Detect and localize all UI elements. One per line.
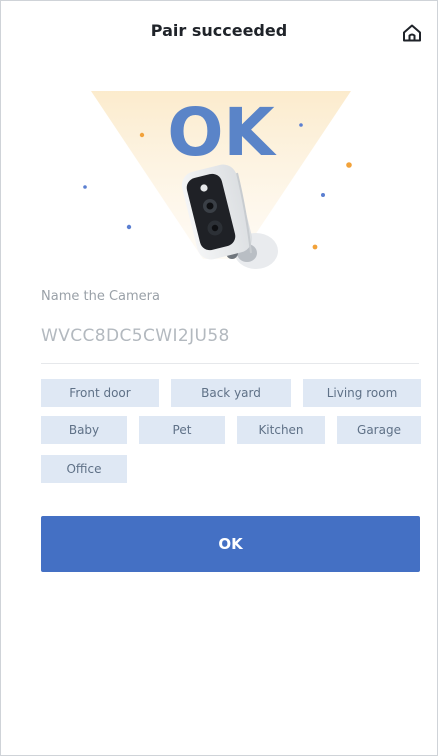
name-camera-label: Name the Camera [41, 289, 160, 304]
chip-kitchen[interactable]: Kitchen [237, 416, 325, 444]
ok-graphic-text: OK [167, 94, 277, 171]
chip-back-yard[interactable]: Back yard [171, 379, 291, 407]
chip-front-door[interactable]: Front door [41, 379, 159, 407]
ok-button[interactable]: OK [41, 516, 420, 572]
chip-garage[interactable]: Garage [337, 416, 421, 444]
page-title: Pair succeeded [150, 21, 288, 40]
home-icon [403, 24, 421, 42]
app-screen: Pair succeeded OK Name the Camera WVCC8D… [0, 0, 438, 756]
chip-office[interactable]: Office [41, 455, 127, 483]
chip-living-room[interactable]: Living room [303, 379, 421, 407]
header: Pair succeeded [1, 1, 437, 63]
camera-name-input[interactable] [41, 319, 419, 353]
chip-pet[interactable]: Pet [139, 416, 225, 444]
home-button[interactable] [397, 19, 427, 47]
chip-baby[interactable]: Baby [41, 416, 127, 444]
pairing-success-illustration: OK [83, 91, 352, 269]
input-divider [41, 363, 419, 364]
